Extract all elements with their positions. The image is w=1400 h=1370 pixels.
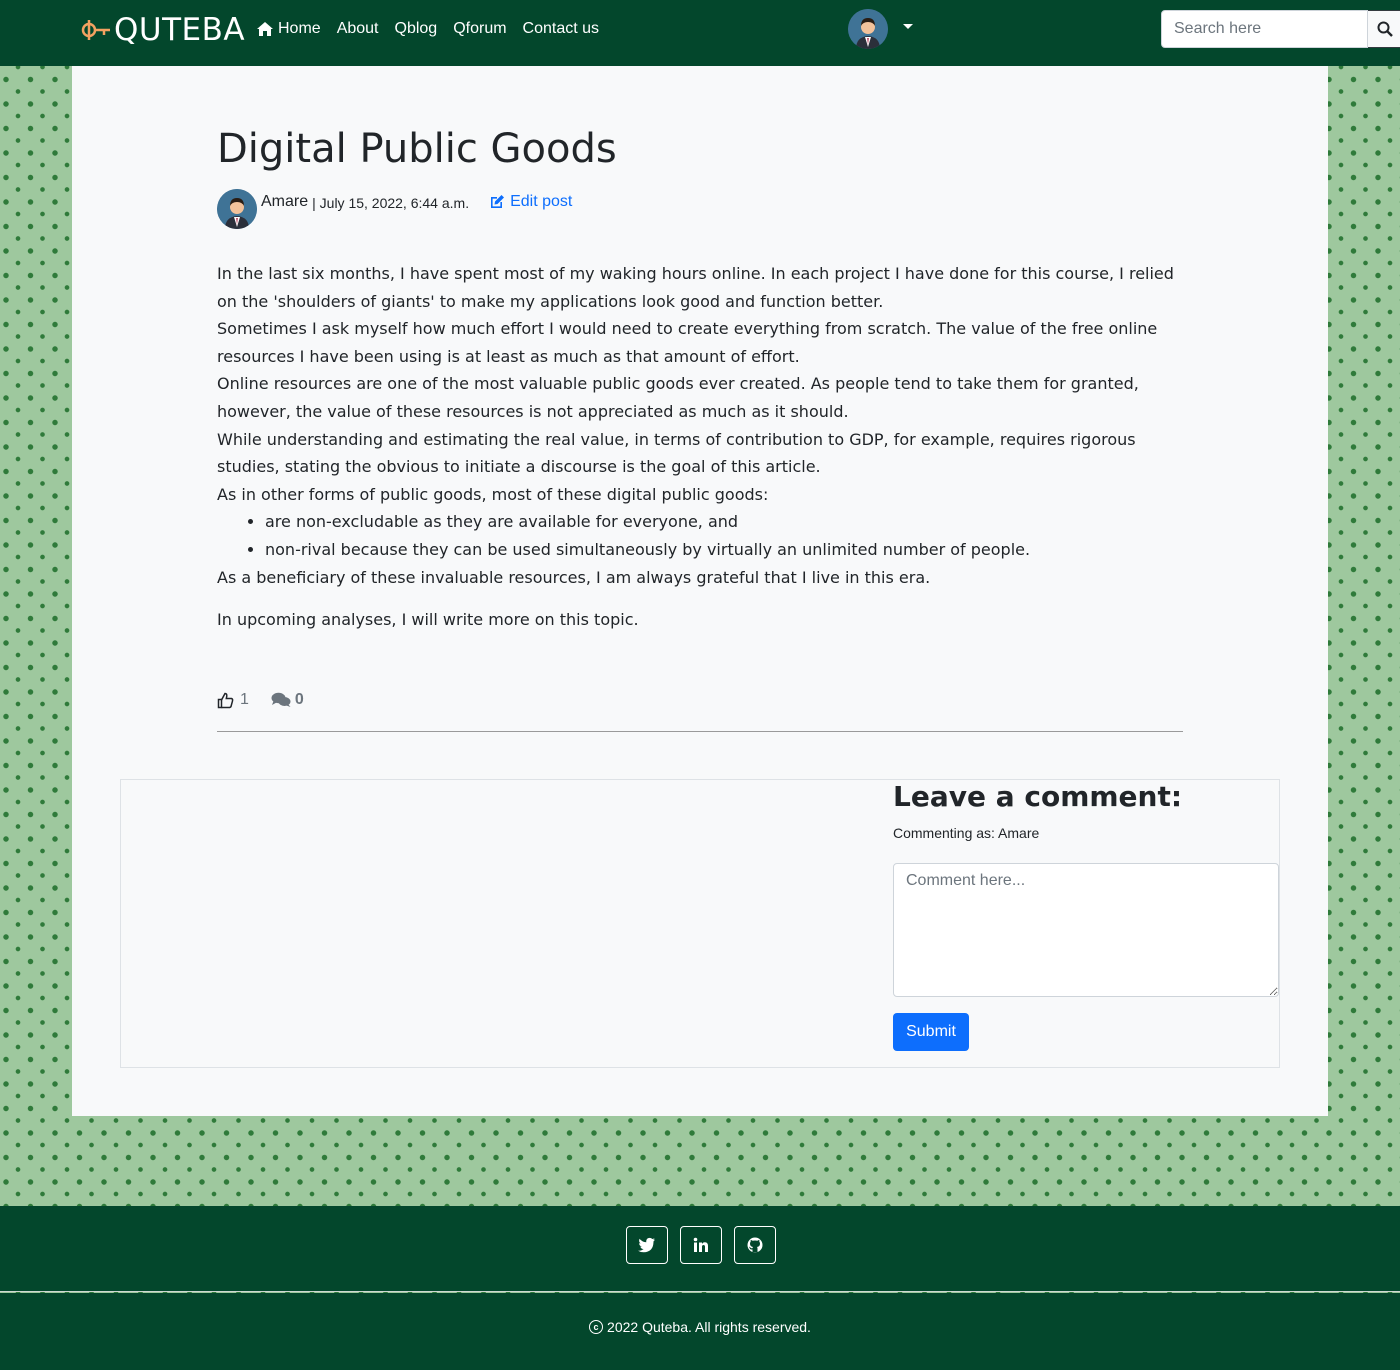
linkedin-button[interactable] — [680, 1226, 722, 1264]
brand[interactable]: QUTEBA — [80, 12, 245, 48]
edit-post-link[interactable]: Edit post — [489, 193, 572, 211]
nav-qblog[interactable]: Qblog — [395, 20, 438, 38]
edit-post-label: Edit post — [510, 193, 573, 210]
post-bullet-list: are non-excludable as they are available… — [265, 508, 1177, 563]
edit-icon — [491, 195, 505, 208]
search — [1161, 10, 1400, 48]
nav-qforum[interactable]: Qforum — [453, 20, 506, 38]
author-avatar-icon — [217, 189, 257, 229]
linkedin-icon — [693, 1237, 708, 1252]
author-avatar — [217, 189, 257, 229]
thumbs-up-icon — [217, 692, 234, 708]
comment-textarea[interactable] — [893, 863, 1279, 997]
nav-contact[interactable]: Contact us — [523, 20, 599, 38]
social-links — [626, 1226, 776, 1264]
divider — [217, 731, 1183, 732]
comment-heading: Leave a comment: — [893, 780, 1183, 813]
nav-about[interactable]: About — [337, 20, 379, 38]
post-date: | July 15, 2022, 6:44 a.m. — [312, 195, 470, 211]
search-button[interactable] — [1368, 10, 1400, 48]
footer-social — [0, 1206, 1400, 1292]
github-icon — [747, 1237, 763, 1253]
list-item: non-rival because they can be used simul… — [265, 536, 1177, 564]
copyright: c 2022 Quteba. All rights reserved. — [0, 1319, 1400, 1335]
commenting-as: Commenting as: Amare — [893, 825, 1040, 841]
footer-bottom: c 2022 Quteba. All rights reserved. — [0, 1293, 1400, 1370]
search-icon — [1377, 21, 1393, 37]
like-button[interactable]: 1 — [217, 691, 249, 709]
navbar: QUTEBA Home About Qblog Qforum Contact u… — [0, 0, 1400, 66]
post-final: In upcoming analyses, I will write more … — [217, 610, 639, 630]
home-icon — [257, 22, 273, 36]
post-closing: As a beneficiary of these invaluable res… — [217, 567, 931, 587]
user-menu-caret-icon[interactable] — [903, 24, 913, 29]
post-title: Digital Public Goods — [217, 126, 617, 172]
post-paragraph: Online resources are one of the most val… — [217, 374, 1139, 421]
user-avatar[interactable] — [848, 9, 888, 49]
post-body: In the last six months, I have spent mos… — [217, 260, 1177, 634]
post-paragraph: In the last six months, I have spent mos… — [217, 264, 1174, 311]
comments-button[interactable]: 0 — [271, 691, 304, 709]
github-button[interactable] — [734, 1226, 776, 1264]
post-meta: Amare | July 15, 2022, 6:44 a.m. Edit po… — [217, 189, 572, 229]
copyright-text: 2022 Quteba. All rights reserved. — [607, 1319, 811, 1335]
comments-icon — [271, 692, 291, 707]
search-input[interactable] — [1161, 10, 1368, 48]
post-paragraph: Sometimes I ask myself how much effort I… — [217, 319, 1158, 366]
post-paragraph: As in other forms of public goods, most … — [217, 484, 769, 504]
nav-home-label: Home — [278, 20, 321, 37]
list-item: are non-excludable as they are available… — [265, 508, 1177, 536]
nav-home[interactable]: Home — [256, 20, 321, 38]
comment-count: 0 — [294, 691, 304, 708]
brand-name: QUTEBA — [114, 12, 246, 48]
comment-section: Leave a comment: Commenting as: Amare Su… — [120, 779, 1280, 1068]
post-paragraph: While understanding and estimating the r… — [217, 429, 1136, 477]
copyright-icon: c — [589, 1320, 604, 1334]
brand-logo-icon — [81, 20, 110, 40]
user-avatar-icon — [848, 9, 888, 49]
post-card: Digital Public Goods Amare | July 15, 20… — [72, 66, 1328, 1116]
twitter-icon — [638, 1237, 655, 1253]
nav-links: Home About Qblog Qforum Contact us — [256, 20, 615, 38]
twitter-button[interactable] — [626, 1226, 668, 1264]
like-count: 1 — [240, 691, 249, 708]
author-name[interactable]: Amare — [261, 193, 308, 211]
submit-button[interactable]: Submit — [893, 1013, 969, 1051]
reactions: 1 0 — [217, 691, 304, 709]
